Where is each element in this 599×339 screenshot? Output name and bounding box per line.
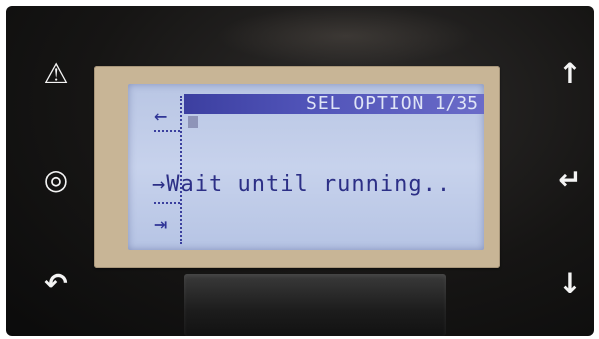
enter-icon: ↵ (558, 163, 582, 196)
glare-highlight (216, 6, 476, 66)
alarm-button[interactable]: ⚠ (36, 54, 76, 94)
up-arrow-icon: ↑ (558, 57, 582, 90)
escape-button[interactable]: ↶ (36, 264, 76, 304)
status-message: →Wait until running.. (152, 172, 452, 197)
title-bar: SEL OPTION 1/35 (184, 94, 484, 114)
cursor-block (188, 116, 198, 128)
down-button[interactable]: ↓ (550, 264, 590, 304)
screen-title: SEL OPTION (306, 93, 425, 114)
down-arrow-icon: ↓ (558, 267, 582, 300)
escape-icon: ↶ (44, 267, 68, 300)
side-separator-top (154, 130, 180, 132)
lcd-screen: SEL OPTION 1/35 ← ⇥ →Wait until running.… (128, 84, 484, 250)
program-button[interactable]: ◎ (36, 160, 76, 200)
alarm-icon: ⚠ (43, 57, 69, 90)
exit-icon: ⇥ (154, 212, 168, 237)
program-icon: ◎ (43, 163, 69, 196)
lower-housing (184, 274, 446, 336)
side-separator-bottom (154, 202, 180, 204)
controller-panel: ⚠ ◎ ↶ ↑ ↵ ↓ SEL OPTION 1/35 ← ⇥ →Wait un… (6, 6, 594, 336)
enter-button[interactable]: ↵ (550, 160, 590, 200)
page-counter: 1/35 (434, 93, 478, 114)
back-arrow-icon: ← (154, 104, 168, 129)
up-button[interactable]: ↑ (550, 54, 590, 94)
side-divider (180, 96, 182, 244)
